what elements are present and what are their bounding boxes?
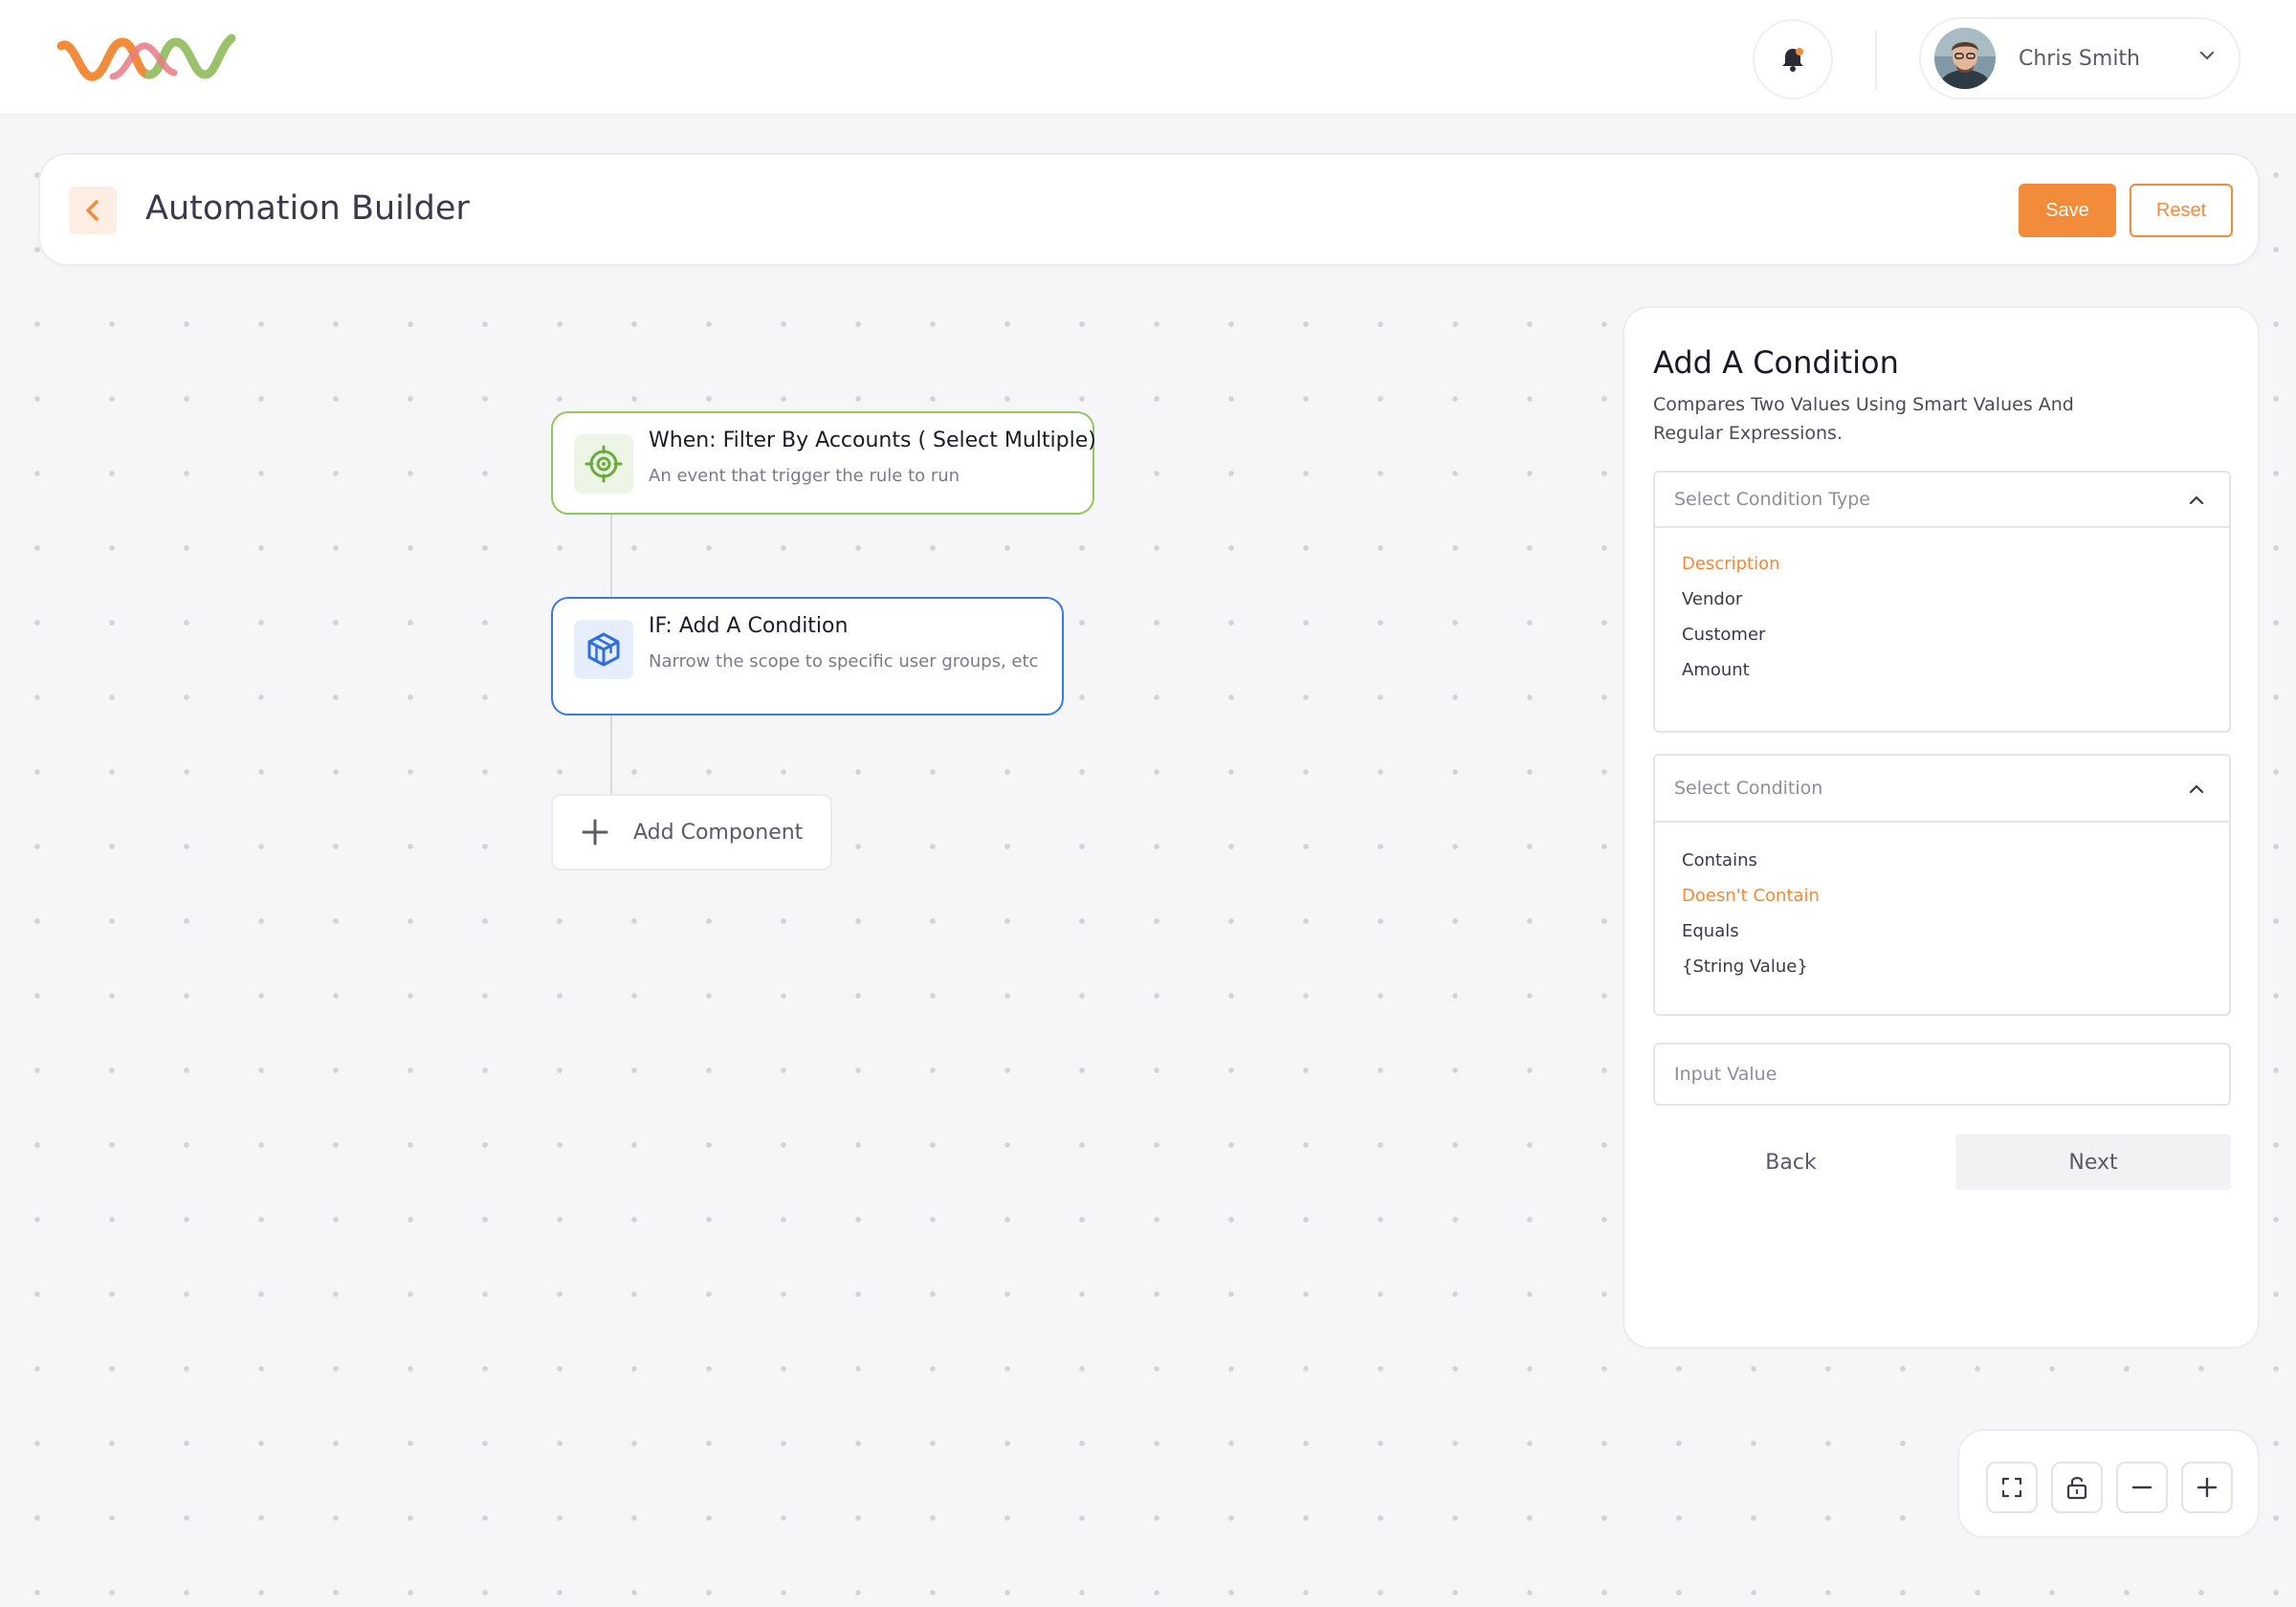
panel-back-button[interactable]: Back: [1653, 1134, 1929, 1190]
back-button[interactable]: [69, 187, 117, 234]
add-component-label: Add Component: [633, 820, 804, 845]
cube-icon: [574, 620, 633, 679]
chevron-left-icon: [86, 200, 99, 221]
header-divider: [1875, 31, 1877, 90]
condition-type-select[interactable]: Select Condition Type: [1655, 473, 2229, 528]
canvas-controls: [1957, 1429, 2260, 1538]
plus-icon: [2197, 1477, 2218, 1498]
add-component-button[interactable]: Add Component: [551, 794, 832, 870]
option-amount[interactable]: Amount: [1682, 657, 2229, 693]
brand-logo[interactable]: [55, 29, 237, 88]
condition-type-dropdown[interactable]: Select Condition Type Description Vendor…: [1653, 471, 2231, 733]
panel-next-button[interactable]: Next: [1955, 1134, 2231, 1190]
minus-icon: [2131, 1486, 2152, 1489]
chevron-down-icon: [2199, 51, 2215, 60]
lock-button[interactable]: [2051, 1462, 2103, 1513]
add-condition-panel: Add A Condition Compares Two Values Usin…: [1623, 306, 2260, 1349]
condition-options: Contains Doesn't Contain Equals {String …: [1655, 823, 2229, 989]
plus-icon: [582, 819, 608, 846]
panel-title: Add A Condition: [1653, 344, 1899, 381]
condition-select[interactable]: Select Condition: [1655, 756, 2229, 823]
trigger-node[interactable]: When: Filter By Accounts ( Select Multip…: [551, 411, 1096, 515]
trigger-node-description: An event that trigger the rule to run: [649, 466, 960, 486]
option-doesnt-contain[interactable]: Doesn't Contain: [1682, 883, 2229, 918]
condition-node-title: IF: Add A Condition: [649, 614, 849, 638]
option-equals[interactable]: Equals: [1682, 918, 2229, 954]
top-bar: Chris Smith: [0, 0, 2296, 115]
condition-node-description: Narrow the scope to specific user groups…: [649, 651, 1039, 671]
flow-connector: [610, 715, 612, 794]
user-menu[interactable]: Chris Smith: [1919, 17, 2241, 99]
option-contains[interactable]: Contains: [1682, 848, 2229, 883]
avatar: [1934, 28, 1996, 89]
condition-placeholder: Select Condition: [1674, 778, 1823, 799]
input-value-field[interactable]: Input Value: [1653, 1043, 2231, 1106]
option-string-value[interactable]: {String Value}: [1682, 954, 2229, 989]
panel-subtitle: Compares Two Values Using Smart Values A…: [1653, 394, 2074, 444]
chevron-up-icon: [2189, 784, 2204, 794]
condition-type-options: Description Vendor Customer Amount: [1655, 528, 2229, 693]
option-description[interactable]: Description: [1682, 551, 2229, 586]
reset-button[interactable]: Reset: [2130, 184, 2233, 237]
unlock-icon: [2066, 1477, 2087, 1500]
zoom-in-button[interactable]: [2181, 1462, 2233, 1513]
save-button[interactable]: Save: [2019, 184, 2116, 237]
flow-connector: [610, 515, 612, 597]
fullscreen-icon: [2001, 1477, 2022, 1498]
condition-type-placeholder: Select Condition Type: [1674, 489, 1871, 510]
notification-button[interactable]: [1753, 19, 1833, 99]
condition-dropdown[interactable]: Select Condition Contains Doesn't Contai…: [1653, 754, 2231, 1016]
target-icon: [574, 434, 633, 494]
bell-icon: [1782, 48, 1803, 72]
chevron-up-icon: [2189, 495, 2204, 505]
fit-view-button[interactable]: [1986, 1462, 2038, 1513]
option-customer[interactable]: Customer: [1682, 622, 2229, 657]
trigger-node-title: When: Filter By Accounts ( Select Multip…: [649, 429, 1096, 452]
condition-node[interactable]: IF: Add A Condition Narrow the scope to …: [551, 597, 1064, 715]
option-vendor[interactable]: Vendor: [1682, 586, 2229, 622]
user-name: Chris Smith: [2019, 46, 2140, 71]
page-title: Automation Builder: [145, 189, 470, 228]
zoom-out-button[interactable]: [2116, 1462, 2168, 1513]
page-header: Automation Builder Save Reset: [38, 153, 2260, 266]
